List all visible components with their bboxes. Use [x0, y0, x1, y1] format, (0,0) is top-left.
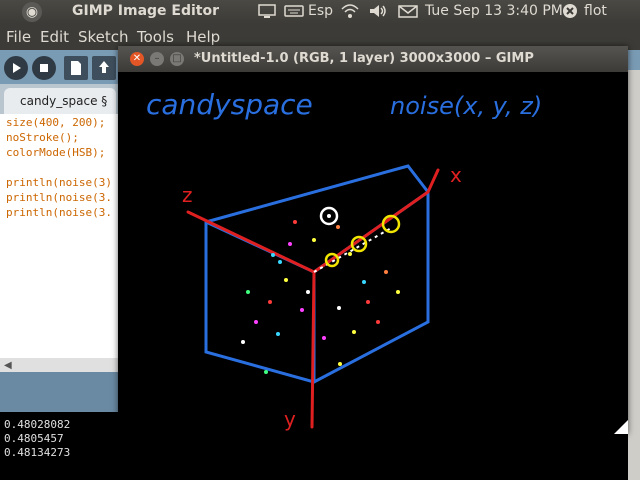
canvas-drawing: candyspace noise(x, y, z) z x y	[146, 88, 542, 431]
new-button[interactable]	[64, 56, 88, 80]
wifi-icon[interactable]	[340, 3, 360, 23]
image-canvas[interactable]: candyspace noise(x, y, z) z x y	[118, 72, 628, 434]
new-file-icon	[71, 61, 81, 75]
scroll-left-arrow-icon[interactable]: ◀	[4, 360, 12, 371]
code-line-6: println(noise(3.	[6, 191, 112, 204]
console-line-2: 0.4805457	[4, 432, 64, 445]
top-panel: ◉ GIMP Image Editor Esp Tue Sep 13 3:40 …	[0, 0, 640, 24]
menu-sketch[interactable]: Sketch	[78, 28, 129, 46]
mail-icon[interactable]	[398, 3, 418, 23]
stop-icon	[40, 64, 48, 72]
minimize-window-button[interactable]: –	[150, 52, 164, 66]
power-icon[interactable]	[562, 3, 578, 23]
menu-file[interactable]: File	[6, 28, 31, 46]
code-line-7-text: println(noise(3.	[6, 206, 112, 219]
code-line-5: println(noise(3)	[6, 176, 112, 189]
code-line-1-text: size(400, 200);	[6, 116, 106, 129]
axes	[186, 168, 440, 429]
upload-icon	[99, 61, 109, 73]
gimp-window-title: *Untitled-1.0 (RGB, 1 layer) 3000x3000 –…	[194, 51, 534, 66]
code-line-7: println(noise(3.	[6, 206, 112, 219]
background-scrollbar[interactable]	[628, 70, 640, 480]
axis-x-label: x	[450, 163, 462, 187]
gimp-window[interactable]: ✕ – □ *Untitled-1.0 (RGB, 1 layer) 3000x…	[118, 46, 628, 434]
resize-grip-icon[interactable]	[614, 420, 628, 434]
console-line-1: 0.48028082	[4, 418, 71, 431]
display-icon[interactable]	[258, 3, 276, 23]
axis-z-label: z	[182, 183, 193, 207]
play-icon	[13, 63, 21, 73]
run-button[interactable]	[4, 56, 28, 80]
maximize-icon: □	[172, 53, 182, 64]
user-name[interactable]: flot	[584, 3, 607, 19]
axis-y-label: y	[284, 407, 296, 431]
active-app-title: GIMP Image Editor	[72, 3, 219, 19]
white-circle-center	[327, 214, 331, 218]
close-icon: ✕	[132, 53, 142, 64]
menu-tools[interactable]: Tools	[137, 28, 174, 46]
cube-outline	[204, 164, 430, 384]
console-line-3: 0.48134273	[4, 446, 71, 459]
clock[interactable]: Tue Sep 13 3:40 PM	[425, 3, 563, 19]
maximize-window-button[interactable]: □	[170, 52, 184, 66]
keyboard-layout[interactable]: Esp	[308, 3, 333, 19]
open-button[interactable]	[92, 56, 116, 80]
canvas-formula: noise(x, y, z)	[390, 92, 542, 120]
code-line-2-text: noStroke();	[6, 131, 79, 144]
code-line-2: noStroke();	[6, 131, 79, 144]
code-line-3-text: colorMode(HSB);	[6, 146, 106, 159]
menu-help[interactable]: Help	[186, 28, 220, 46]
minimize-icon: –	[154, 53, 160, 64]
tab-candy-space[interactable]: candy_space §	[4, 88, 116, 114]
code-line-3: colorMode(HSB);	[6, 146, 105, 159]
code-line-6-text: println(noise(3.	[6, 191, 112, 204]
menu-edit[interactable]: Edit	[40, 28, 69, 46]
stop-button[interactable]	[32, 56, 56, 80]
volume-icon[interactable]	[368, 3, 388, 23]
ubuntu-logo-icon[interactable]: ◉	[22, 2, 42, 22]
close-window-button[interactable]: ✕	[130, 52, 144, 66]
code-line-5-text: println(noise(3)	[6, 176, 112, 189]
keyboard-icon[interactable]	[284, 3, 304, 23]
code-line-1: size(400, 200);	[6, 116, 105, 129]
gimp-titlebar[interactable]: ✕ – □ *Untitled-1.0 (RGB, 1 layer) 3000x…	[118, 46, 628, 72]
canvas-heading: candyspace	[146, 88, 313, 121]
